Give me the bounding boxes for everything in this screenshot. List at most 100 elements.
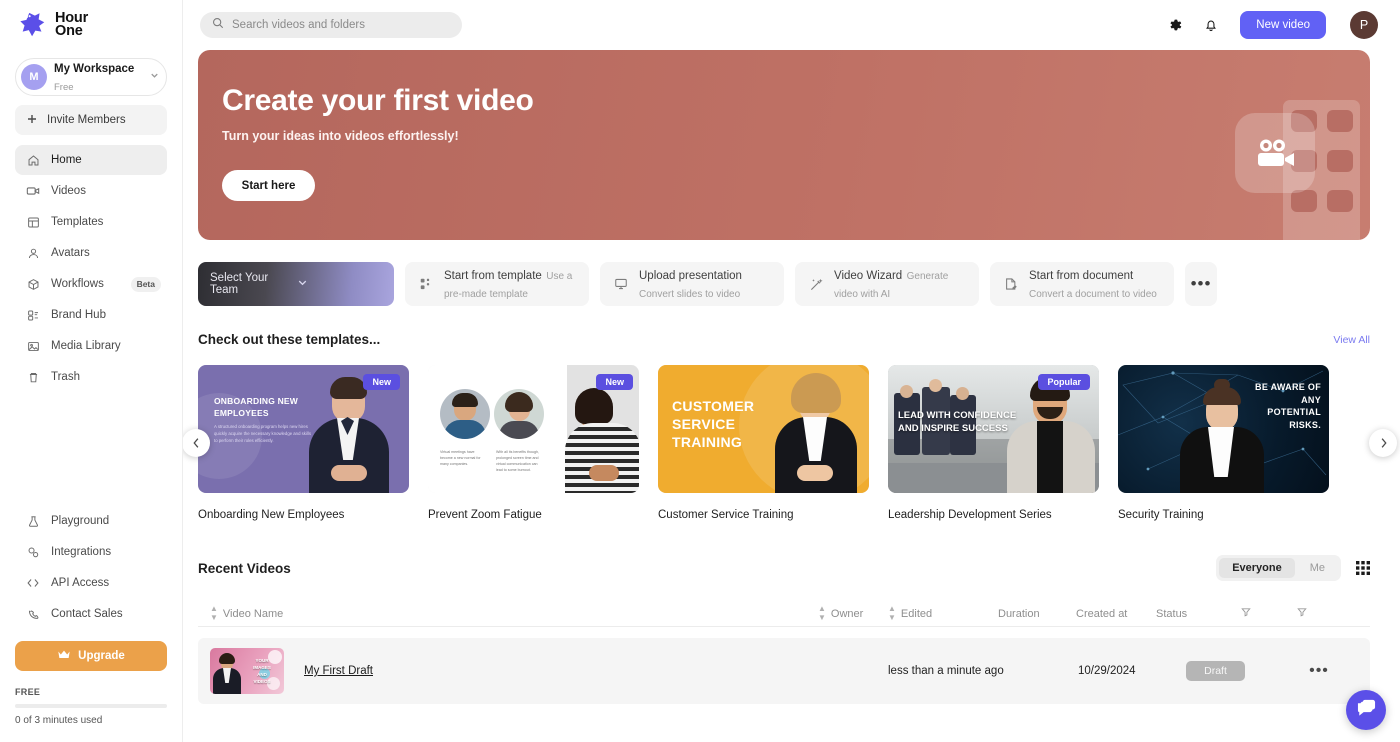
document-edit-icon	[1003, 276, 1019, 292]
sidebar-item-integrations[interactable]: Integrations	[15, 537, 167, 567]
trash-icon	[26, 370, 40, 384]
column-header-duration: Duration	[998, 608, 1076, 620]
owner-filter-toggle: Everyone Me	[1216, 555, 1341, 581]
chevron-down-icon	[149, 68, 160, 86]
action-card-video-wizard[interactable]: Video Wizard Generate video with AI	[795, 262, 979, 306]
sort-icon: ▲ ▼	[210, 604, 218, 622]
start-here-button[interactable]: Start here	[222, 170, 315, 201]
invite-members-button[interactable]: Invite Members	[15, 105, 167, 135]
workspace-plan: Free	[54, 82, 74, 93]
sidebar-item-templates[interactable]: Templates	[15, 207, 167, 237]
action-card-start-from-template[interactable]: Start from template Use a pre-made templ…	[405, 262, 589, 306]
column-filter-2[interactable]	[1274, 607, 1330, 620]
created-at-value: 10/29/2024	[1078, 665, 1136, 677]
templates-carousel: New ONBOARDING NEW EMPLOYEES A structured…	[183, 365, 1397, 521]
filter-me-button[interactable]: Me	[1297, 558, 1338, 578]
carousel-next-button[interactable]	[1369, 429, 1397, 457]
upgrade-label: Upgrade	[78, 650, 125, 662]
recent-videos-section: Recent Videos Everyone Me ▲▼ Video Name	[198, 555, 1370, 704]
sidebar-item-label: Trash	[51, 371, 80, 383]
sidebar-item-media-library[interactable]: Media Library	[15, 331, 167, 361]
search-input[interactable]	[232, 19, 450, 31]
sidebar-item-label: Workflows	[51, 278, 104, 290]
crown-icon	[57, 649, 71, 663]
team-selector[interactable]: Select Your Team	[198, 262, 394, 306]
sidebar-item-contact-sales[interactable]: Contact Sales	[15, 599, 167, 629]
sidebar-item-label: Integrations	[51, 546, 112, 558]
carousel-prev-button[interactable]	[183, 429, 210, 457]
action-card-start-from-document[interactable]: Start from document Convert a document t…	[990, 262, 1174, 306]
new-video-button[interactable]: New video	[1240, 11, 1326, 39]
template-badge: New	[363, 374, 400, 390]
layout-template-icon	[26, 215, 40, 229]
template-card[interactable]: Popular LEAD WITH CONFIDENCE AND INSPIRE…	[888, 365, 1099, 521]
template-card[interactable]: Virtual meetings have become a new norma…	[428, 365, 639, 521]
upgrade-button[interactable]: Upgrade	[15, 641, 167, 671]
hero-artwork	[1190, 50, 1370, 240]
workspace-switcher[interactable]: M My Workspace Free	[15, 58, 167, 96]
video-camera-icon	[1235, 113, 1315, 193]
sidebar-item-label: Playground	[51, 515, 110, 527]
brand-logo[interactable]: Hour One	[15, 0, 167, 50]
column-header-edited[interactable]: ▲ ▼ Edited	[888, 605, 998, 622]
column-header-created-at: Created at	[1076, 608, 1156, 620]
edited-time: less than a minute ago	[888, 665, 1004, 677]
brand-name: Hour One	[55, 10, 88, 39]
column-header-video-name[interactable]: ▲ ▼ Video Name	[198, 605, 818, 622]
more-actions-button[interactable]: •••	[1185, 262, 1217, 306]
sidebar-item-brand-hub[interactable]: Brand Hub	[15, 300, 167, 330]
recent-videos-table: ▲ ▼ Video Name ▲ ▼ Owner ▲ ▼ Edited Durat	[198, 601, 1370, 704]
column-label: Created at	[1076, 607, 1128, 620]
app-root: Hour One M My Workspace Free Invite Memb…	[0, 0, 1400, 742]
status-badge-cell: Draft	[1163, 661, 1268, 681]
template-card[interactable]: CUSTOMER SERVICE TRAINING Customer Servi…	[658, 365, 869, 521]
action-card-texts: Video Wizard Generate video with AI	[834, 266, 966, 302]
quick-actions-row: Select Your Team Start from template Use…	[198, 262, 1370, 306]
sidebar-item-playground[interactable]: Playground	[15, 506, 167, 536]
video-thumbnail: YOUR IMAGES AND VIDEOS	[210, 648, 284, 694]
template-name: Customer Service Training	[658, 509, 794, 521]
column-header-owner[interactable]: ▲ ▼ Owner	[818, 605, 888, 622]
templates-section: Check out these templates... View All Ne…	[183, 332, 1397, 521]
grid-view-icon[interactable]	[1356, 561, 1370, 575]
usage-text: 0 of 3 minutes used	[15, 715, 103, 726]
sidebar-item-label: Media Library	[51, 340, 121, 352]
sidebar-bottom: Playground Integrations API Access Conta…	[15, 506, 167, 726]
template-card[interactable]: New ONBOARDING NEW EMPLOYEES A structured…	[198, 365, 409, 521]
sidebar-item-label: Home	[51, 154, 82, 166]
flask-icon	[26, 514, 40, 528]
sidebar-item-avatars[interactable]: Avatars	[15, 238, 167, 268]
brand-hub-icon	[26, 308, 40, 322]
view-all-link[interactable]: View All	[1333, 334, 1370, 347]
code-brackets-icon	[26, 576, 40, 590]
search-icon	[212, 16, 224, 34]
sidebar-item-trash[interactable]: Trash	[15, 362, 167, 392]
chat-widget-button[interactable]	[1346, 690, 1386, 730]
integrations-icon	[26, 545, 40, 559]
gear-icon[interactable]	[1164, 14, 1186, 36]
avatar[interactable]: P	[1350, 11, 1378, 39]
action-card-subtitle: Convert a document to video	[1029, 289, 1157, 300]
sidebar-item-videos[interactable]: Videos	[15, 176, 167, 206]
filter-everyone-button[interactable]: Everyone	[1219, 558, 1295, 578]
row-more-button[interactable]: •••	[1309, 662, 1329, 680]
sidebar-item-api-access[interactable]: API Access	[15, 568, 167, 598]
sidebar-item-workflows[interactable]: Workflows Beta	[15, 269, 167, 299]
template-card[interactable]: BE AWARE OF ANY POTENTIAL RISKS. Securit…	[1118, 365, 1329, 521]
template-name: Leadership Development Series	[888, 509, 1052, 521]
action-card-upload-presentation[interactable]: Upload presentation Convert slides to vi…	[600, 262, 784, 306]
usage-progress-bar	[15, 704, 167, 708]
bell-icon[interactable]	[1200, 14, 1222, 36]
templates-header: Check out these templates... View All	[198, 332, 1370, 347]
action-card-texts: Start from template Use a pre-made templ…	[444, 266, 576, 302]
table-row[interactable]: YOUR IMAGES AND VIDEOS My First Draft less …	[198, 638, 1370, 704]
template-thumbnail: Virtual meetings have become a new norma…	[428, 365, 639, 493]
video-name-link[interactable]: My First Draft	[304, 665, 373, 677]
topbar: New video P	[183, 0, 1400, 50]
column-label: Duration	[998, 607, 1040, 620]
template-thumbnail: Popular LEAD WITH CONFIDENCE AND INSPIRE…	[888, 365, 1099, 493]
search-box[interactable]	[200, 12, 462, 38]
column-filter-1[interactable]	[1218, 607, 1274, 620]
sidebar-item-home[interactable]: Home	[15, 145, 167, 175]
chat-bubbles-icon	[1356, 698, 1377, 722]
